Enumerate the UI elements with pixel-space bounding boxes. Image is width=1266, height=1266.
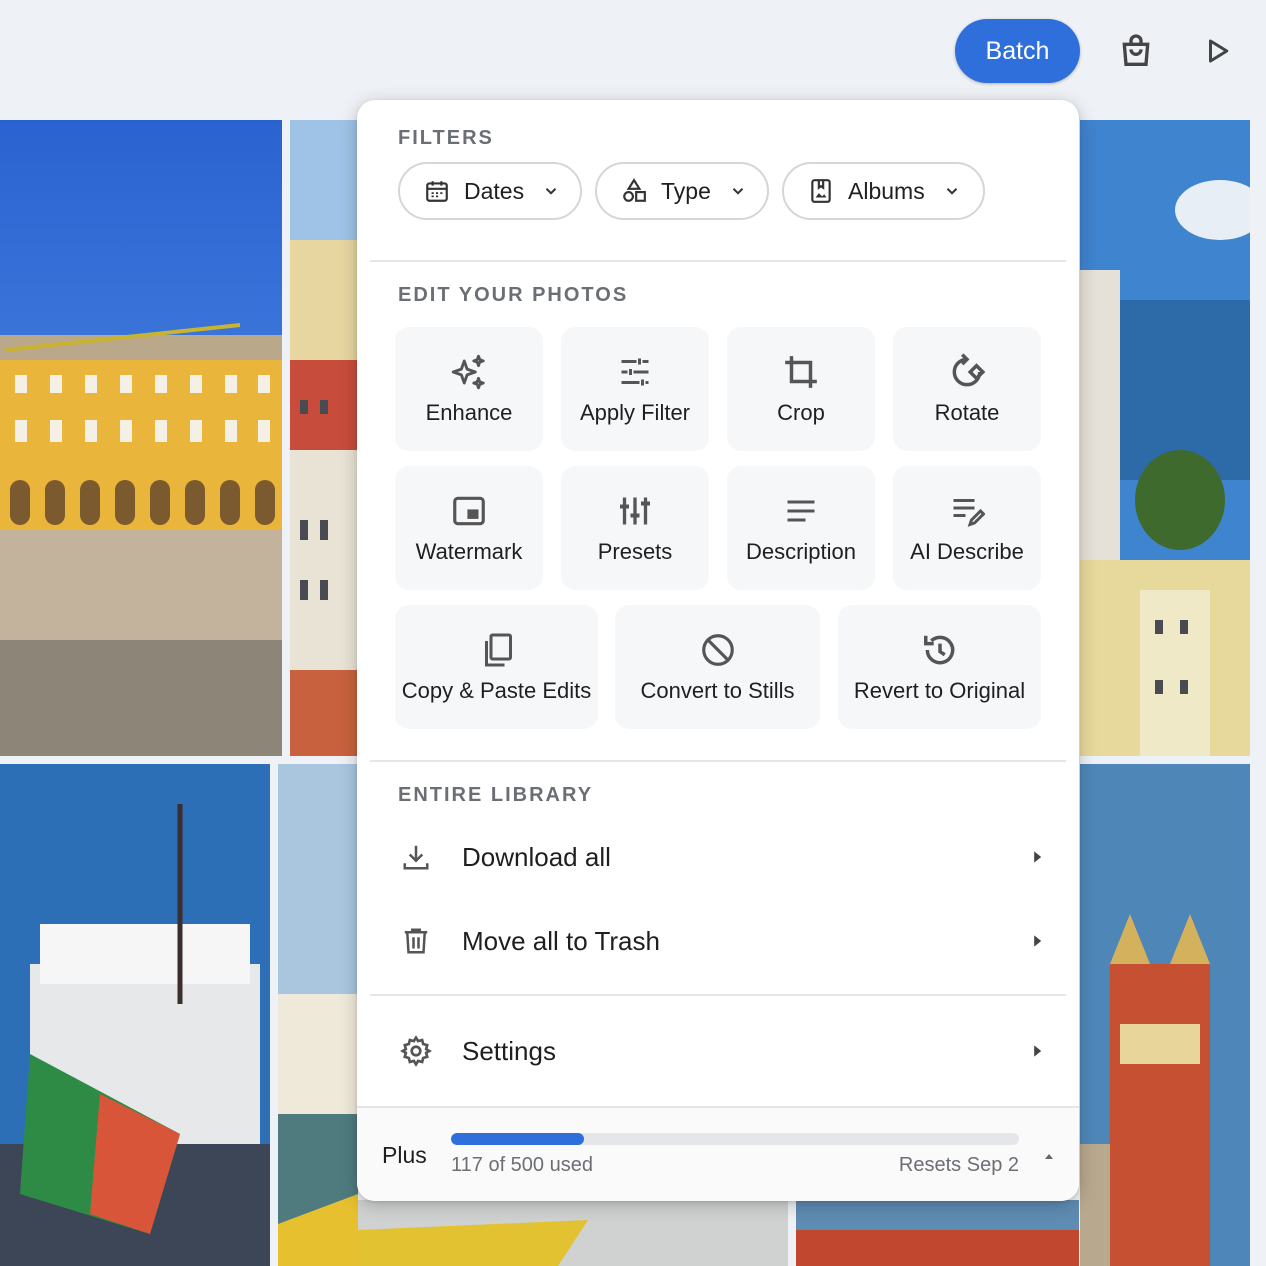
plan-usage-footer[interactable]: Plus 117 of 500 used Resets Sep 2 [357, 1106, 1079, 1201]
resets-text: Resets Sep 2 [898, 1154, 1019, 1176]
chevron-down-icon [542, 182, 560, 200]
usage-progress-fill [451, 1133, 584, 1145]
chevron-right-icon [1030, 934, 1044, 948]
presets-label: Presets [597, 539, 673, 564]
chevron-down-icon [729, 182, 747, 200]
rotate-icon [947, 352, 987, 392]
enhance-tool[interactable]: Enhance [395, 327, 543, 451]
convert-to-stills-tool[interactable]: Convert to Stills [615, 605, 820, 729]
copy-paste-edits-tool[interactable]: Copy & Paste Edits [395, 605, 598, 729]
watermark-tool[interactable]: Watermark [395, 466, 543, 590]
revert-to-original-label: Revert to Original [853, 678, 1026, 703]
gear-icon [400, 1035, 432, 1067]
shapes-icon [621, 178, 647, 204]
rotate-label: Rotate [934, 400, 1000, 425]
apply-filter-tool[interactable]: Apply Filter [561, 327, 709, 451]
photo-pena-palace[interactable] [1080, 764, 1250, 1266]
download-all-item[interactable]: Download all [370, 817, 1066, 897]
shopping-bag-icon[interactable] [1113, 28, 1159, 74]
settings-label: Settings [462, 1035, 556, 1066]
usage-progress-bar [451, 1133, 1019, 1145]
chevron-down-icon [943, 182, 961, 200]
caret-up-icon[interactable] [1044, 1152, 1054, 1162]
rotate-tool[interactable]: Rotate [893, 327, 1041, 451]
chevron-right-icon [1030, 1044, 1044, 1058]
download-icon [400, 841, 432, 873]
ai-describe-label: AI Describe [910, 539, 1024, 564]
copy-paste-edits-label: Copy & Paste Edits [401, 678, 592, 703]
copy-icon [477, 630, 517, 670]
description-label: Description [745, 539, 857, 564]
download-all-label: Download all [462, 841, 611, 872]
crop-label: Crop [777, 400, 825, 425]
text-lines-icon [781, 491, 821, 531]
photo-aveiro-canal[interactable] [278, 764, 358, 1266]
batch-button[interactable]: Batch [955, 19, 1080, 83]
move-all-to-trash-item[interactable]: Move all to Trash [370, 901, 1066, 981]
divider [370, 760, 1066, 762]
sliders-icon [615, 352, 655, 392]
enhance-label: Enhance [425, 400, 513, 425]
sparkle-icon [449, 352, 489, 392]
calendar-icon [424, 178, 450, 204]
crop-icon [781, 352, 821, 392]
photo-lisbon-buildings[interactable] [290, 120, 360, 756]
description-tool[interactable]: Description [727, 466, 875, 590]
dates-filter-chip[interactable]: Dates [398, 162, 582, 220]
crop-tool[interactable]: Crop [727, 327, 875, 451]
convert-to-stills-label: Convert to Stills [640, 678, 795, 703]
albums-chip-label: Albums [848, 177, 925, 204]
type-filter-chip[interactable]: Type [595, 162, 769, 220]
divider [370, 994, 1066, 996]
chevron-right-icon [1030, 850, 1044, 864]
trash-icon [400, 925, 432, 957]
usage-text: 117 of 500 used [451, 1154, 593, 1176]
photo-lisbon-square[interactable] [0, 120, 282, 756]
divider [370, 260, 1066, 262]
history-icon [920, 630, 960, 670]
type-chip-label: Type [661, 177, 711, 204]
photo-lisbon-coast[interactable] [1080, 120, 1250, 756]
filters-heading: FILTERS [398, 127, 494, 149]
ai-describe-tool[interactable]: AI Describe [893, 466, 1041, 590]
presets-icon [615, 491, 655, 531]
motion-off-icon [698, 630, 738, 670]
play-icon[interactable] [1195, 28, 1241, 74]
albums-filter-chip[interactable]: Albums [782, 162, 985, 220]
plan-name: Plus [382, 1142, 427, 1168]
presets-tool[interactable]: Presets [561, 466, 709, 590]
photo-portugal-boat[interactable] [0, 764, 270, 1266]
revert-to-original-tool[interactable]: Revert to Original [838, 605, 1041, 729]
move-all-to-trash-label: Move all to Trash [462, 925, 660, 956]
settings-item[interactable]: Settings [370, 1011, 1066, 1091]
entire-library-heading: ENTIRE LIBRARY [398, 784, 594, 806]
dates-chip-label: Dates [464, 177, 525, 204]
photo-yellow-boat[interactable] [358, 1200, 788, 1266]
edit-photos-heading: EDIT YOUR PHOTOS [398, 284, 629, 306]
apply-filter-label: Apply Filter [579, 400, 691, 425]
ai-describe-icon [947, 491, 987, 531]
watermark-label: Watermark [415, 539, 523, 564]
watermark-icon [449, 491, 489, 531]
photo-palace-bottom[interactable] [796, 1200, 1079, 1266]
photos-menu-panel: FILTERS Dates Type Albums EDIT YOUR PHOT… [357, 100, 1079, 1201]
album-icon [808, 178, 834, 204]
